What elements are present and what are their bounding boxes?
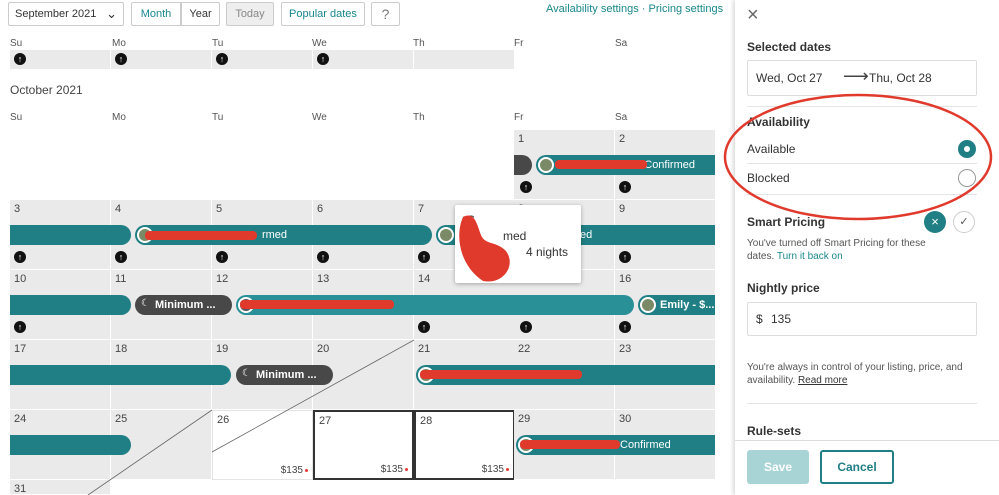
popup-nights: 4 nights <box>526 245 569 259</box>
panel-divider <box>735 440 999 441</box>
control-copy: You're always in control of your listing… <box>747 362 963 386</box>
cancel-button[interactable]: Cancel <box>820 450 894 484</box>
start-date: Wed, Oct 27 <box>756 71 823 85</box>
annotation-ellipse <box>723 93 993 221</box>
side-panel: × Selected dates Wed, Oct 27 ⟶ Thu, Oct … <box>735 0 999 495</box>
selected-dates-title: Selected dates <box>747 40 832 54</box>
arrow-right-icon: ⟶ <box>843 66 869 86</box>
turn-back-on-link[interactable]: Turn it back on <box>777 251 843 262</box>
price-value: 135 <box>771 312 792 326</box>
close-icon[interactable]: × <box>747 4 759 27</box>
end-date: Thu, Oct 28 <box>869 71 932 85</box>
save-button[interactable]: Save <box>747 450 809 484</box>
smart-pricing-text: You've turned off Smart Pricing for thes… <box>747 237 927 263</box>
annotation-lines <box>87 339 415 495</box>
control-text: You're always in control of your listing… <box>747 361 979 387</box>
rulesets-title: Rule-sets <box>747 424 802 438</box>
read-more-link[interactable]: Read more <box>798 375 847 386</box>
currency-symbol: $ <box>756 312 763 326</box>
nightly-price-title: Nightly price <box>747 281 820 295</box>
redaction-blob <box>459 215 510 282</box>
